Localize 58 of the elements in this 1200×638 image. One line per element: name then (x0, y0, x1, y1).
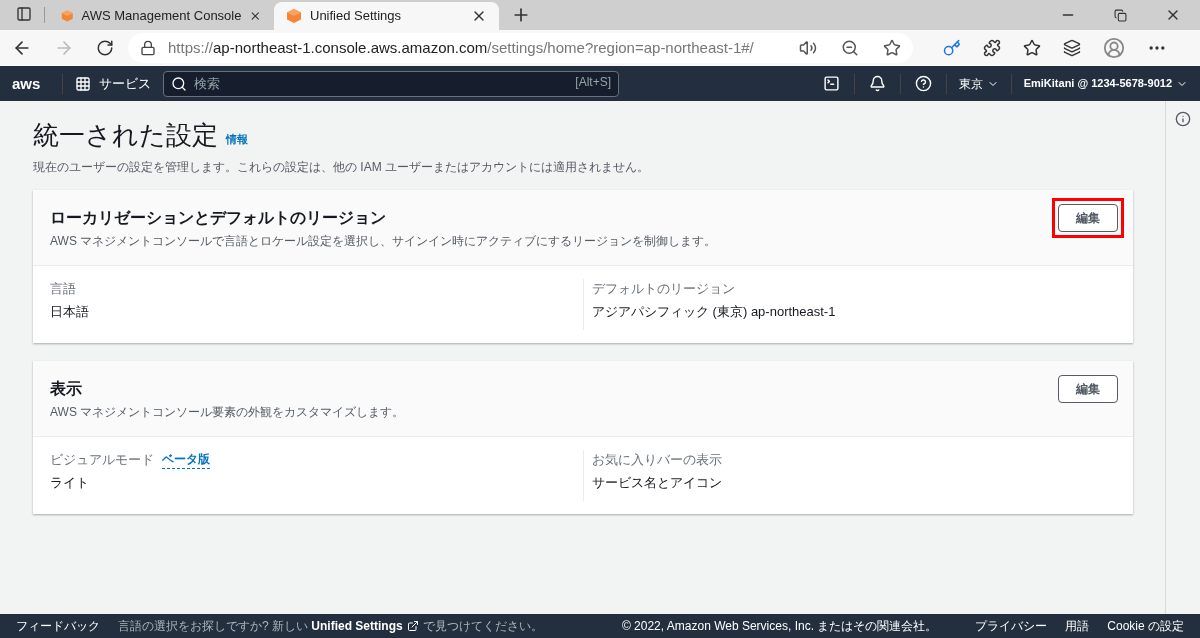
field-label: 言語 (50, 279, 76, 298)
tab-actions-icon[interactable] (16, 6, 32, 22)
footer-link[interactable]: プライバシー (975, 617, 1048, 635)
read-aloud-icon[interactable] (799, 39, 817, 57)
restore-icon[interactable] (1114, 9, 1127, 22)
services-menu[interactable]: サービス (75, 73, 151, 94)
info-link[interactable]: 情報 (226, 131, 248, 148)
footer-notice: で見つけてください。 (422, 618, 543, 635)
search-icon (171, 75, 187, 92)
footer-link[interactable]: 用語 (1065, 617, 1090, 635)
favorites-icon[interactable] (1023, 39, 1041, 57)
profile-icon[interactable] (1103, 37, 1125, 59)
cube-icon (61, 8, 74, 24)
section-description: AWS マネジメントコンソールで言語とロケール設定を選択し、サインイン時にアクティブにするリージョンを制御します。 (50, 232, 718, 250)
notification-icon[interactable] (868, 75, 886, 92)
info-icon[interactable] (1175, 111, 1191, 127)
field-value: 日本語 (50, 303, 90, 321)
field-label: ビジュアルモード (50, 450, 154, 469)
unified-settings-link[interactable]: Unified Settings (311, 619, 403, 633)
region-menu[interactable]: 東京 (958, 74, 999, 93)
field-value: ライト (50, 474, 90, 492)
account-menu[interactable]: EmiKitani @ 1234-5678-9012 (1023, 75, 1188, 92)
tab-title: Unified Settings (310, 7, 403, 26)
key-icon[interactable] (943, 39, 961, 57)
shortcut-hint: [Alt+S] (575, 75, 611, 88)
cube-icon (286, 8, 302, 24)
field-label: デフォルトのリージョン (592, 279, 735, 298)
help-icon[interactable] (914, 75, 932, 92)
section-description: AWS マネジメントコンソール要素の外観をカスタマイズします。 (50, 403, 406, 421)
section-title: 表示 (50, 378, 83, 399)
footer-notice: 言語の選択をお探しですか? 新しい (118, 619, 309, 633)
reload-icon[interactable] (96, 39, 114, 57)
address-bar[interactable]: https://ap-northeast-1.console.aws.amazon.com/settings/home?region=ap-northeast-1#/ (128, 33, 913, 63)
extensions-icon[interactable] (983, 39, 1001, 57)
section-title: ローカリゼーションとデフォルトのリージョン (50, 207, 387, 228)
field-value: アジアパシフィック (東京) ap-northeast-1 (592, 303, 837, 321)
field-label: お気に入りバーの表示 (592, 450, 722, 469)
tab-title: AWS Management Console (81, 7, 242, 26)
add-favorite-icon[interactable] (883, 39, 901, 57)
browser-tab[interactable]: AWS Management Console (49, 2, 274, 30)
footer-link[interactable]: Cookie の設定 (1107, 617, 1184, 635)
lock-icon (140, 40, 156, 56)
field-value: サービス名とアイコン (592, 474, 723, 492)
browser-tab[interactable]: Unified Settings (274, 2, 499, 30)
terminal-icon[interactable] (822, 75, 840, 92)
zoom-out-icon[interactable] (841, 39, 859, 57)
copyright-text: © 2022, Amazon Web Services, Inc. またはその関連会社。 (621, 618, 938, 635)
collections-icon[interactable] (1063, 39, 1081, 57)
aws-logo[interactable]: aws (12, 76, 50, 91)
edit-button[interactable]: 編集 (1058, 374, 1118, 403)
url-text: https://ap-northeast-1.console.aws.amazon.com/settings/home?region=ap-northeast-1#/ (168, 37, 755, 58)
beta-link[interactable]: ベータ版 (162, 449, 210, 469)
page-title: 統一された設定 (33, 119, 218, 152)
external-link-icon (406, 620, 419, 632)
edit-button[interactable]: 編集 (1058, 203, 1118, 232)
feedback-link[interactable]: フィードバック (16, 617, 100, 635)
grid-icon (75, 75, 91, 92)
page-description: 現在のユーザーの設定を管理します。これらの設定は、他の IAM ユーザーまたはアカウントには適用されません。 (33, 158, 650, 176)
